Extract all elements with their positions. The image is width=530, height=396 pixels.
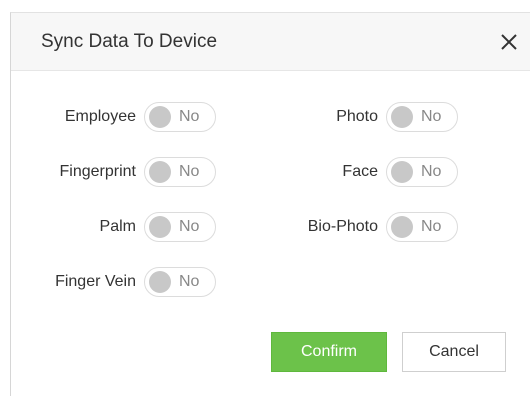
toggle-state-text: No (421, 108, 442, 125)
toggle-knob (391, 216, 413, 238)
toggle-knob (391, 106, 413, 128)
photo-toggle[interactable]: No (386, 102, 458, 132)
bio-photo-toggle[interactable]: No (386, 212, 458, 242)
toggle-knob (149, 216, 171, 238)
confirm-button[interactable]: Confirm (271, 332, 387, 372)
close-icon (501, 34, 517, 50)
toggle-knob (149, 161, 171, 183)
dialog-header: Sync Data To Device (11, 13, 530, 71)
photo-label: Photo (336, 108, 378, 125)
close-button[interactable] (497, 30, 521, 54)
fingerprint-label: Fingerprint (59, 163, 136, 180)
face-label: Face (342, 163, 378, 180)
bio-photo-label: Bio-Photo (307, 218, 378, 235)
toggle-knob (149, 271, 171, 293)
toggle-state-text: No (179, 163, 200, 180)
face-toggle[interactable]: No (386, 157, 458, 187)
toggle-knob (149, 106, 171, 128)
finger-vein-label: Finger Vein (55, 273, 136, 290)
toggle-state-text: No (179, 108, 200, 125)
dialog-title: Sync Data To Device (41, 31, 218, 52)
toggle-knob (391, 161, 413, 183)
palm-toggle[interactable]: No (144, 212, 216, 242)
toggle-state-text: No (421, 218, 442, 235)
employee-toggle[interactable]: No (144, 102, 216, 132)
finger-vein-toggle[interactable]: No (144, 267, 216, 297)
cancel-button[interactable]: Cancel (402, 332, 506, 372)
palm-label: Palm (99, 218, 136, 235)
fingerprint-toggle[interactable]: No (144, 157, 216, 187)
employee-label: Employee (64, 108, 136, 125)
toggle-state-text: No (421, 163, 442, 180)
toggle-state-text: No (179, 273, 200, 290)
toggle-state-text: No (179, 218, 200, 235)
